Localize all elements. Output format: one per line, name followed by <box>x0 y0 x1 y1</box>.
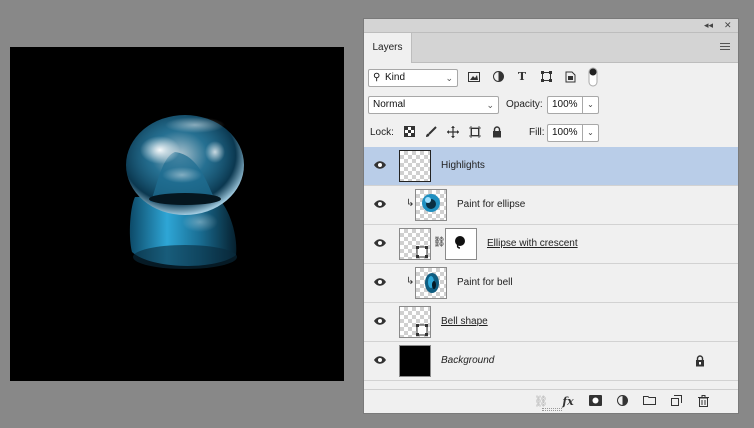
document-canvas[interactable] <box>10 47 344 381</box>
opacity-label: Opacity: <box>506 99 543 110</box>
delete-layer-trash-icon[interactable] <box>696 395 710 409</box>
clipping-mask-arrow-icon: ↳ <box>406 198 415 209</box>
close-panel-button[interactable]: ✕ <box>724 20 732 31</box>
layer-thumbnail[interactable] <box>415 267 447 299</box>
filter-row: ⚲ Kind ⌄ T <box>364 67 738 87</box>
blend-mode-value: Normal <box>373 99 406 110</box>
new-adjustment-layer-icon[interactable] <box>615 395 629 409</box>
panel-resize-grip[interactable] <box>542 408 562 411</box>
lock-transparent-pixels-icon[interactable] <box>402 126 416 140</box>
lock-artboard-icon[interactable] <box>468 126 482 140</box>
layer-row-ellipse-with-crescent[interactable]: ⛓ Ellipse with crescent <box>364 225 738 264</box>
layers-list: Highlights ↳ Paint for ellipse ⛓ Ellipse… <box>364 147 738 381</box>
chevron-down-icon: ⌄ <box>486 100 494 110</box>
fill-dropdown-button[interactable]: ⌄ <box>583 124 599 142</box>
image-filter-icon[interactable] <box>466 69 482 85</box>
add-mask-icon[interactable] <box>588 395 602 409</box>
lock-all-icon[interactable] <box>490 126 504 140</box>
layer-name[interactable]: Highlights <box>441 160 485 171</box>
lock-label: Lock: <box>370 127 394 138</box>
layer-row-bell-shape[interactable]: Bell shape <box>364 303 738 342</box>
panel-tab-row: Layers <box>364 33 738 63</box>
lock-position-icon[interactable] <box>446 126 460 140</box>
panel-menu-icon[interactable] <box>720 43 730 52</box>
adjustment-filter-icon[interactable] <box>490 69 506 85</box>
layer-thumbnail[interactable] <box>399 228 431 260</box>
panel-footer: ⛓ fx <box>364 389 738 413</box>
layer-thumbnail[interactable] <box>399 150 431 182</box>
chevron-down-icon: ⌄ <box>445 73 453 83</box>
layer-name[interactable]: Ellipse with crescent <box>487 238 578 249</box>
tab-layers[interactable]: Layers <box>364 33 412 63</box>
eye-icon[interactable] <box>373 316 387 326</box>
filter-kind-dropdown[interactable]: ⚲ Kind ⌄ <box>368 69 458 87</box>
lock-image-pixels-icon[interactable] <box>424 126 438 140</box>
collapse-panel-button[interactable]: ◂◂ <box>704 20 713 31</box>
mask-link-icon[interactable]: ⛓ <box>433 237 446 248</box>
layer-row-background[interactable]: Background <box>364 342 738 381</box>
layer-name[interactable]: Bell shape <box>441 316 488 327</box>
eye-icon[interactable] <box>373 355 387 365</box>
lock-row: Lock: Fill: 100% ⌄ <box>364 124 738 142</box>
filter-kind-label: Kind <box>385 72 406 83</box>
layer-thumbnail[interactable] <box>415 189 447 221</box>
filter-toggle-switch[interactable] <box>588 67 598 87</box>
link-layers-icon[interactable]: ⛓ <box>534 395 548 409</box>
shape-filter-icon[interactable] <box>538 69 554 85</box>
clipping-mask-arrow-icon: ↳ <box>406 276 415 287</box>
new-group-folder-icon[interactable] <box>642 395 656 409</box>
search-icon: ⚲ <box>373 72 381 83</box>
layers-panel: ◂◂ ✕ Layers ⚲ Kind ⌄ T Normal ⌄ Opacity:… <box>363 18 739 414</box>
blend-mode-dropdown[interactable]: Normal ⌄ <box>368 96 499 114</box>
layer-name[interactable]: Paint for ellipse <box>457 199 525 210</box>
layer-thumbnail[interactable] <box>399 345 431 377</box>
fill-label: Fill: <box>529 127 545 138</box>
lock-icon <box>695 355 705 370</box>
eye-icon[interactable] <box>373 277 387 287</box>
eye-icon[interactable] <box>373 160 387 170</box>
fill-input[interactable]: 100% <box>547 124 583 142</box>
layer-thumbnail[interactable] <box>399 306 431 338</box>
opacity-dropdown-button[interactable]: ⌄ <box>583 96 599 114</box>
layer-name[interactable]: Paint for bell <box>457 277 513 288</box>
eye-icon[interactable] <box>373 199 387 209</box>
layer-row-paint-for-ellipse[interactable]: ↳ Paint for ellipse <box>364 186 738 225</box>
artwork-image <box>126 115 244 269</box>
type-filter-icon[interactable]: T <box>514 69 530 85</box>
panel-titlebar[interactable]: ◂◂ ✕ <box>364 19 738 33</box>
layer-name[interactable]: Background <box>441 355 494 366</box>
fx-layer-style-icon[interactable]: fx <box>561 395 575 409</box>
opacity-input[interactable]: 100% <box>547 96 583 114</box>
blend-row: Normal ⌄ Opacity: 100% ⌄ <box>364 96 738 114</box>
new-layer-icon[interactable] <box>669 395 683 409</box>
vector-mask-thumbnail[interactable] <box>445 228 477 260</box>
eye-icon[interactable] <box>373 238 387 248</box>
layer-row-highlights[interactable]: Highlights <box>364 147 738 186</box>
smart-object-filter-icon[interactable] <box>562 69 578 85</box>
layer-row-paint-for-bell[interactable]: ↳ Paint for bell <box>364 264 738 303</box>
